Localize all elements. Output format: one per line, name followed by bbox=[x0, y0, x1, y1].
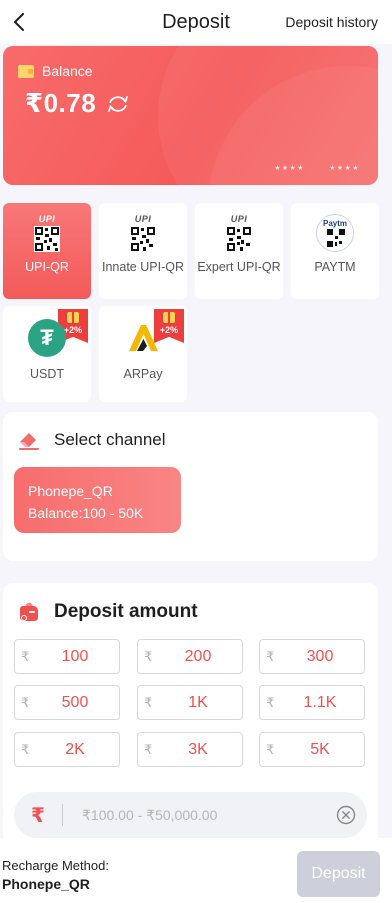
channel-name: Phonepe_QR bbox=[28, 483, 113, 499]
rupee-symbol: ₹ bbox=[266, 742, 275, 757]
amount-preset-value: 5K bbox=[310, 741, 330, 758]
balance-label-row: Balance bbox=[18, 63, 93, 79]
section-title: Select channel bbox=[54, 430, 166, 449]
eraser-icon bbox=[19, 433, 39, 450]
amount-preset[interactable]: ₹ 1K bbox=[137, 685, 243, 720]
gift-icon bbox=[67, 312, 79, 323]
balance-amount: ₹0.78 bbox=[25, 88, 97, 118]
upi-qr-logo: UPI bbox=[27, 214, 67, 254]
pay-method-name: Expert UPI-QR bbox=[197, 260, 281, 274]
upi-qr-logo: UPI bbox=[123, 214, 163, 254]
rupee-symbol: ₹ bbox=[266, 695, 275, 710]
pay-method-upi-qr[interactable]: UPI UPI-QR bbox=[3, 203, 91, 299]
refresh-icon[interactable] bbox=[106, 94, 130, 114]
upi-logo-text: UPI bbox=[230, 214, 248, 224]
section-header: Select channel bbox=[17, 429, 166, 451]
paytm-logo: Paytm bbox=[315, 214, 355, 254]
rupee-icon: ₹ bbox=[31, 805, 45, 827]
amount-preset-value: 1.1K bbox=[303, 694, 337, 711]
pay-method-arpay[interactable]: +2% ARPay bbox=[99, 306, 187, 402]
deposit-history-link[interactable]: Deposit history bbox=[285, 14, 378, 30]
rupee-symbol: ₹ bbox=[144, 742, 153, 757]
arpay-logo bbox=[123, 319, 163, 359]
amount-preset[interactable]: ₹ 100 bbox=[14, 639, 120, 674]
amount-preset[interactable]: ₹ 5K bbox=[259, 732, 365, 767]
upi-logo-text: UPI bbox=[134, 214, 152, 224]
rupee-symbol: ₹ bbox=[21, 742, 30, 757]
recharge-method-value: Phonepe_QR bbox=[2, 876, 90, 892]
amount-input[interactable] bbox=[82, 802, 322, 828]
amount-preset-value: 500 bbox=[61, 694, 89, 711]
rupee-symbol: ₹ bbox=[21, 649, 30, 664]
deposit-amount-section: Deposit amount ₹ 100 ₹ 200 ₹ 300 ₹ 500 ₹… bbox=[3, 583, 378, 848]
section-title: Deposit amount bbox=[54, 601, 198, 622]
input-divider bbox=[62, 804, 63, 826]
rupee-symbol: ₹ bbox=[144, 695, 153, 710]
pay-method-expert-upi-qr[interactable]: UPI Expert UPI-QR bbox=[195, 203, 283, 299]
balance-card: Balance ₹0.78 **** **** bbox=[3, 46, 378, 185]
amount-preset[interactable]: ₹ 1.1K bbox=[259, 685, 365, 720]
card-number-mask: **** bbox=[275, 163, 306, 177]
pay-method-paytm[interactable]: Paytm PAYTM bbox=[291, 203, 379, 299]
upi-logo-text: UPI bbox=[38, 214, 56, 224]
select-channel-section: Select channel Phonepe_QR Balance:100 - … bbox=[3, 412, 378, 561]
qr-code-icon bbox=[34, 226, 60, 252]
clear-icon[interactable] bbox=[336, 805, 356, 825]
amount-preset-value: 1K bbox=[188, 694, 208, 711]
pay-method-usdt[interactable]: +2% ₮ USDT bbox=[3, 306, 91, 402]
amount-preset[interactable]: ₹ 200 bbox=[137, 639, 243, 674]
amount-preset-value: 3K bbox=[188, 741, 208, 758]
rupee-symbol: ₹ bbox=[21, 695, 30, 710]
amount-preset-value: 300 bbox=[306, 648, 334, 665]
amount-input-wrapper: ₹ bbox=[14, 792, 367, 838]
wallet-icon bbox=[18, 64, 34, 78]
amount-preset[interactable]: ₹ 300 bbox=[259, 639, 365, 674]
deposit-button[interactable]: Deposit bbox=[297, 851, 380, 897]
paytm-logo-circle: Paytm bbox=[316, 214, 354, 252]
qr-code-icon bbox=[227, 227, 251, 251]
header-bar: Deposit Deposit history bbox=[0, 0, 392, 44]
money-bag-icon bbox=[20, 602, 38, 621]
balance-label: Balance bbox=[42, 63, 93, 79]
pay-method-name: Innate UPI-QR bbox=[102, 260, 184, 274]
recharge-method-label: Recharge Method: bbox=[2, 858, 109, 873]
qr-code-icon bbox=[131, 227, 155, 251]
channel-balance-range: Balance:100 - 50K bbox=[28, 505, 144, 521]
arpay-icon bbox=[129, 325, 158, 351]
upi-qr-logo: UPI bbox=[219, 214, 259, 254]
qr-code-icon bbox=[327, 229, 345, 247]
amount-preset[interactable]: ₹ 2K bbox=[14, 732, 120, 767]
pay-method-name: USDT bbox=[29, 367, 65, 381]
rupee-symbol: ₹ bbox=[144, 649, 153, 664]
usdt-logo: ₮ bbox=[27, 319, 67, 359]
amount-preset-value: 100 bbox=[61, 648, 89, 665]
amount-preset[interactable]: ₹ 500 bbox=[14, 685, 120, 720]
back-button[interactable] bbox=[6, 9, 32, 35]
footer-bar: Recharge Method: Phonepe_QR Deposit bbox=[0, 838, 392, 903]
pay-method-name: ARPay bbox=[123, 367, 163, 381]
paytm-logo-text: Paytm bbox=[322, 219, 347, 228]
section-header: Deposit amount bbox=[17, 600, 198, 624]
amount-preset[interactable]: ₹ 3K bbox=[137, 732, 243, 767]
pay-method-name: UPI-QR bbox=[25, 260, 69, 274]
rupee-symbol: ₹ bbox=[266, 649, 275, 664]
tether-icon: ₮ bbox=[28, 319, 66, 357]
pay-method-name: PAYTM bbox=[314, 260, 356, 274]
channel-option-phonepe[interactable]: Phonepe_QR Balance:100 - 50K bbox=[14, 467, 181, 533]
amount-preset-value: 2K bbox=[65, 741, 85, 758]
balance-row: ₹0.78 bbox=[25, 88, 130, 119]
pay-method-innate-upi-qr[interactable]: UPI Innate UPI-QR bbox=[99, 203, 187, 299]
chevron-left-icon bbox=[14, 13, 24, 31]
gift-icon bbox=[163, 312, 175, 323]
card-number-mask: **** bbox=[330, 163, 361, 177]
amount-preset-value: 200 bbox=[184, 648, 212, 665]
